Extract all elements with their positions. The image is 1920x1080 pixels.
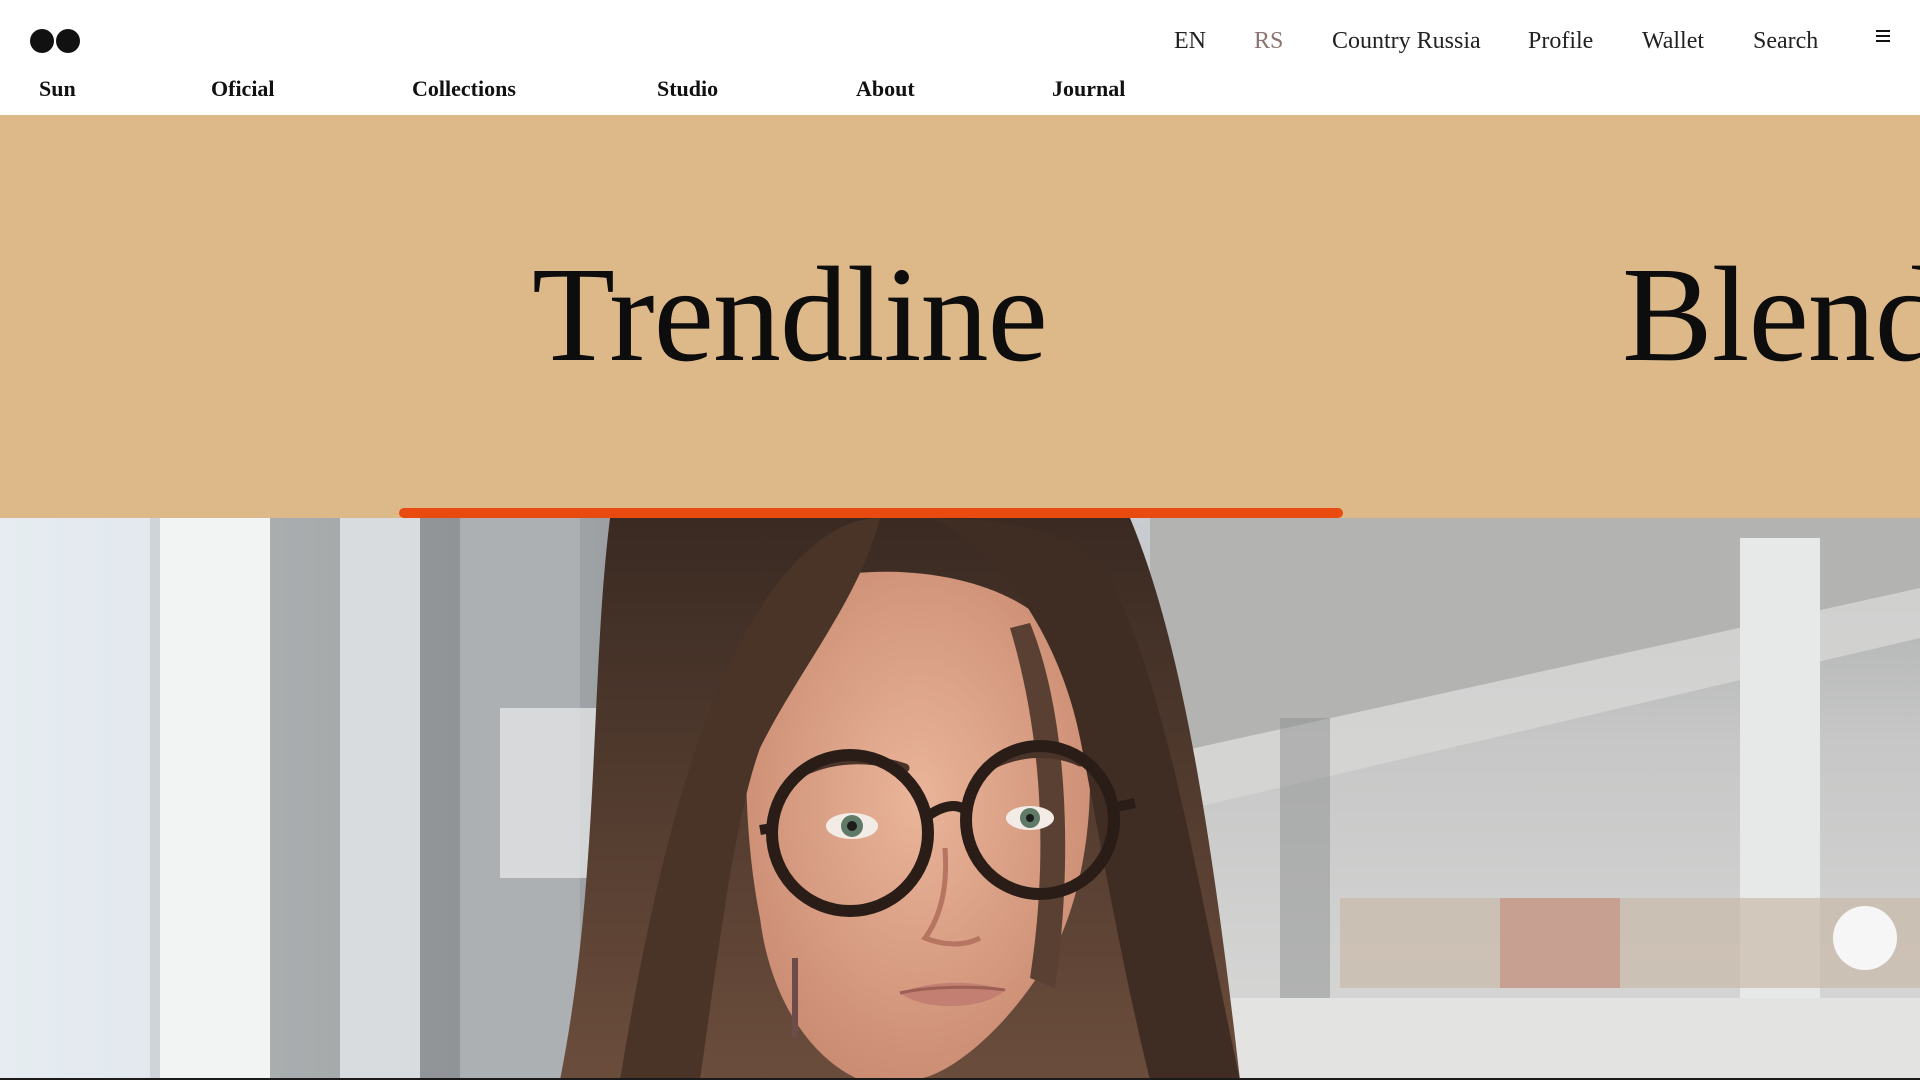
nav-item-studio[interactable]: Studio: [657, 76, 718, 102]
wallet-link[interactable]: Wallet: [1642, 28, 1704, 55]
profile-link[interactable]: Profile: [1528, 28, 1593, 55]
language-en-link[interactable]: EN: [1174, 28, 1206, 55]
search-link[interactable]: Search: [1753, 28, 1818, 55]
woman-with-glasses-photo: [0, 518, 1920, 1080]
logo-dot-left: [30, 29, 54, 53]
country-selector[interactable]: Country Russia: [1332, 28, 1481, 55]
slide-title-trendline[interactable]: Trendline: [532, 247, 1048, 383]
language-rs-link[interactable]: RS: [1254, 28, 1283, 55]
site-header: EN RS Country Russia Profile Wallet Sear…: [0, 0, 1920, 115]
nav-item-journal[interactable]: Journal: [1052, 76, 1125, 102]
logo-dot-right: [56, 29, 80, 53]
logo-icon[interactable]: [30, 29, 80, 53]
hero-photo: [0, 518, 1920, 1080]
slider-progress-bar: [399, 508, 1343, 518]
nav-item-collections[interactable]: Collections: [412, 76, 516, 102]
hero-slider: Trendline Blend: [0, 115, 1920, 518]
nav-item-oficial[interactable]: Oficial: [211, 76, 275, 102]
nav-item-about[interactable]: About: [856, 76, 915, 102]
hamburger-menu-icon[interactable]: [1876, 30, 1890, 42]
nav-item-sun[interactable]: Sun: [39, 76, 76, 102]
slide-title-blend[interactable]: Blend: [1622, 247, 1920, 383]
